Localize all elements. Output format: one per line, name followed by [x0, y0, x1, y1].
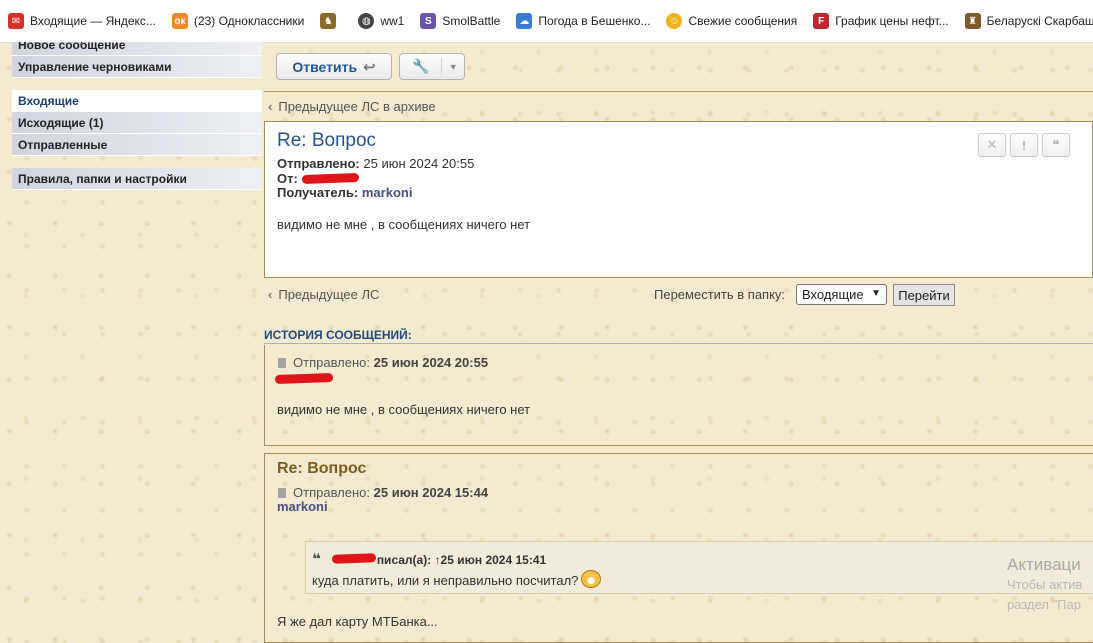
history-post-meta: Отправлено: 25 июн 2024 20:55: [278, 355, 488, 370]
recipient-label: Получатель:: [277, 185, 359, 200]
sidebar-item-drafts[interactable]: Управление черновиками: [12, 56, 262, 78]
bookmark-label: SmolBattle: [442, 14, 501, 28]
quote-meta-text: писал(а): ↑25 июн 2024 15:41: [376, 553, 547, 567]
history-post: Отправлено: 25 июн 2024 20:55 видимо не …: [264, 345, 1093, 446]
reply-button-label: Ответить: [292, 58, 358, 75]
bookmarks-bar: ✉ Входящие — Яндекс... ок (23) Однокласс…: [0, 0, 1093, 43]
watermark-line: Активаци: [1007, 555, 1081, 574]
history-post: Re: Вопрос Отправлено: 25 июн 2024 15:44…: [264, 453, 1093, 643]
message-toolbar: Ответить ↩ 🔧 ▼: [264, 42, 1093, 92]
document-icon: [278, 488, 286, 498]
sidebar-item-new-message[interactable]: Новое сообщение: [12, 42, 262, 56]
history-sent-date: 25 июн 2024 20:55: [373, 355, 489, 370]
forum-icon: ☺: [666, 13, 683, 29]
report-icon[interactable]: !: [1010, 133, 1038, 157]
history-post-author[interactable]: markoni: [277, 499, 328, 514]
sent-label: Отправлено:: [277, 156, 360, 171]
chevron-left-icon: ‹: [268, 287, 273, 302]
history-sent-label: Отправлено:: [293, 355, 371, 370]
prev-archive-link[interactable]: ‹ Предыдущее ЛС в архиве: [268, 99, 436, 114]
weather-icon: ☁: [516, 13, 533, 29]
watermark-line: раздел "Пар: [1007, 597, 1081, 612]
bookmark-label: Беларускі Скарбаш...: [986, 14, 1093, 28]
bookmark-fresh-messages[interactable]: ☺ Свежие сообщения: [658, 7, 805, 35]
sidebar-item-inbox[interactable]: Входящие: [12, 90, 262, 112]
chart-icon: F: [813, 13, 830, 29]
treasure-icon: ♜: [964, 13, 981, 29]
mail-icon: ✉: [8, 13, 24, 29]
bookmark-odnoklassniki[interactable]: ок (23) Одноклассники: [164, 7, 312, 35]
bookmark-label: График цены нефт...: [835, 14, 949, 28]
private-message: Re: Вопрос Отправлено: 25 июн 2024 20:55…: [264, 121, 1093, 278]
reply-button[interactable]: Ответить ↩: [276, 53, 392, 80]
bookmark-oil-chart[interactable]: F График цены нефт...: [805, 7, 956, 35]
bookmark-yandex-mail[interactable]: ✉ Входящие — Яндекс...: [0, 7, 164, 35]
wrench-icon: 🔧: [411, 58, 430, 74]
from-label: От:: [277, 170, 298, 186]
go-button[interactable]: Перейти: [893, 284, 955, 306]
message-history-title: ИСТОРИЯ СООБЩЕНИЙ:: [264, 328, 1093, 344]
sent-date: 25 июн 2024 20:55: [363, 156, 475, 171]
redaction-mark: [331, 553, 377, 564]
history-sent-label: Отправлено:: [293, 485, 371, 500]
pm-sidebar: Новое сообщение Управление черновиками В…: [12, 42, 262, 190]
message-actions: ✕ ! ❝: [978, 133, 1070, 157]
move-to-folder-label: Переместить в папку:: [654, 287, 786, 302]
bookmark-label: Погода в Бешенко...: [538, 14, 651, 28]
reply-arrow-icon: ↩: [363, 58, 376, 76]
smolbattle-icon: S: [420, 13, 437, 29]
chevron-left-icon: ‹: [268, 99, 273, 114]
watermark-line: Чтобы актив: [1007, 577, 1083, 592]
globe-icon: ◍: [358, 13, 375, 29]
sidebar-item-rules-settings[interactable]: Правила, папки и настройки: [12, 168, 262, 190]
chevron-down-icon: ▼: [448, 61, 458, 72]
bookmark-ww1[interactable]: ◍ ww1: [350, 7, 412, 35]
prev-message-link[interactable]: ‹ Предыдущее ЛС: [268, 287, 379, 302]
chevron-down-icon: ▼: [871, 288, 881, 299]
bookmark-label: (23) Одноклассники: [193, 14, 305, 28]
odnoklassniki-icon: ок: [171, 13, 188, 29]
game-icon: ♞: [320, 13, 337, 29]
quote-icon[interactable]: ❝: [1042, 133, 1070, 157]
delete-icon[interactable]: ✕: [978, 133, 1006, 157]
message-body: видимо не мне , в сообщениях ничего нет: [277, 217, 531, 232]
bookmark-label: Входящие — Яндекс...: [30, 14, 156, 28]
windows-activation-watermark: Активаци Чтобы актив раздел "Пар: [1007, 555, 1082, 615]
folder-select-value: Входящие: [802, 287, 864, 302]
redaction-mark: [274, 372, 334, 385]
folder-select[interactable]: Входящие ▼: [796, 284, 887, 305]
bookmark-treasure[interactable]: ♜ Беларускі Скарбаш...: [957, 7, 1093, 35]
sidebar-divider: [12, 78, 262, 90]
history-sent-date: 25 июн 2024 15:44: [373, 485, 489, 500]
sidebar-divider: [12, 156, 262, 168]
quote-text: куда платить, или я неправильно посчитал…: [312, 570, 602, 588]
history-post-meta: Отправлено: 25 июн 2024 15:44: [278, 485, 488, 500]
message-title[interactable]: Re: Вопрос: [277, 130, 376, 152]
bookmark-label: ww1: [380, 14, 405, 28]
history-post-body: видимо не мне , в сообщениях ничего нет: [277, 402, 531, 417]
message-tools-dropdown[interactable]: 🔧 ▼: [399, 53, 465, 80]
recipient-name[interactable]: markoni: [362, 185, 413, 200]
bookmark-weather[interactable]: ☁ Погода в Бешенко...: [508, 7, 658, 35]
sidebar-item-sent[interactable]: Отправленные: [12, 134, 262, 156]
bookmark-label: Свежие сообщения: [688, 14, 798, 28]
document-icon: [278, 358, 286, 368]
history-post-title[interactable]: Re: Вопрос: [277, 460, 366, 478]
quote-icon: ❝: [312, 551, 321, 568]
history-post-body: Я же дал карту МТБанка...: [277, 614, 438, 629]
prev-message-label: Предыдущее ЛС: [278, 287, 380, 302]
quote-block: ❝ писал(а): ↑25 июн 2024 15:41 куда плати…: [305, 541, 1093, 594]
prev-archive-label: Предыдущее ЛС в архиве: [278, 99, 436, 114]
quote-text-content: куда платить, или я неправильно посчитал…: [312, 573, 579, 588]
bookmark-game[interactable]: ♞: [312, 7, 350, 35]
laughing-smiley-icon: [581, 570, 602, 588]
bookmark-smolbattle[interactable]: S SmolBattle: [412, 7, 508, 35]
sidebar-item-outbox[interactable]: Исходящие (1): [12, 112, 262, 134]
